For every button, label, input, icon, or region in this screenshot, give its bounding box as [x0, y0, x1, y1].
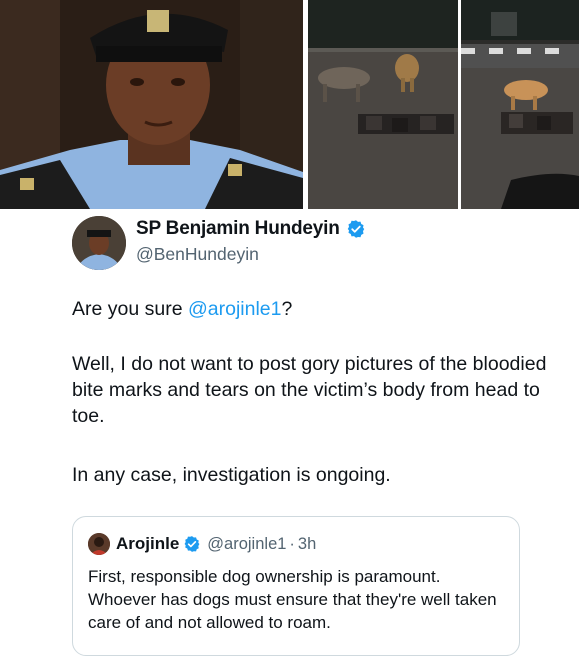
- tweet-paragraph-1: Are you sure @arojinle1?: [72, 296, 292, 322]
- author-handle[interactable]: @BenHundeyin: [136, 244, 259, 265]
- author-display-name[interactable]: SP Benjamin Hundeyin: [136, 218, 340, 240]
- para1-prefix: Are you sure: [72, 298, 188, 320]
- author-avatar-image: [72, 216, 126, 270]
- quoted-timestamp[interactable]: 3h: [298, 535, 316, 554]
- street-photo-1[interactable]: [308, 0, 458, 209]
- quoted-author-avatar[interactable]: [88, 533, 110, 555]
- quoted-separator: ·: [289, 534, 295, 553]
- quoted-tweet-text: First, responsible dog ownership is para…: [88, 567, 497, 632]
- quoted-author-name[interactable]: Arojinle: [116, 534, 179, 554]
- media-strip: [0, 0, 579, 209]
- street-photo-1-image: [308, 0, 458, 209]
- street-photo-2-image: [461, 0, 579, 209]
- author-avatar[interactable]: [72, 216, 126, 270]
- quoted-tweet-header: Arojinle @arojinle1 · 3h: [88, 533, 316, 555]
- quoted-verified-badge-icon: [183, 535, 201, 553]
- mention-link[interactable]: @arojinle1: [188, 298, 282, 320]
- tweet-paragraph-3: In any case, investigation is ongoing.: [72, 464, 391, 486]
- quoted-author-avatar-image: [88, 533, 110, 555]
- street-photo-2[interactable]: [461, 0, 579, 209]
- officer-photo[interactable]: [0, 0, 303, 209]
- author-name-row: SP Benjamin Hundeyin: [136, 218, 366, 240]
- para1-suffix: ?: [281, 298, 293, 320]
- tweet-paragraph-2: Well, I do not want to post gory picture…: [72, 353, 547, 427]
- quoted-tweet-card[interactable]: Arojinle @arojinle1 · 3h First, responsi…: [72, 516, 520, 656]
- officer-photo-image: [0, 0, 303, 209]
- quoted-author-handle[interactable]: @arojinle1: [207, 535, 286, 554]
- tweet-header: SP Benjamin Hundeyin @BenHundeyin: [72, 213, 572, 273]
- verified-badge-icon: [346, 219, 366, 239]
